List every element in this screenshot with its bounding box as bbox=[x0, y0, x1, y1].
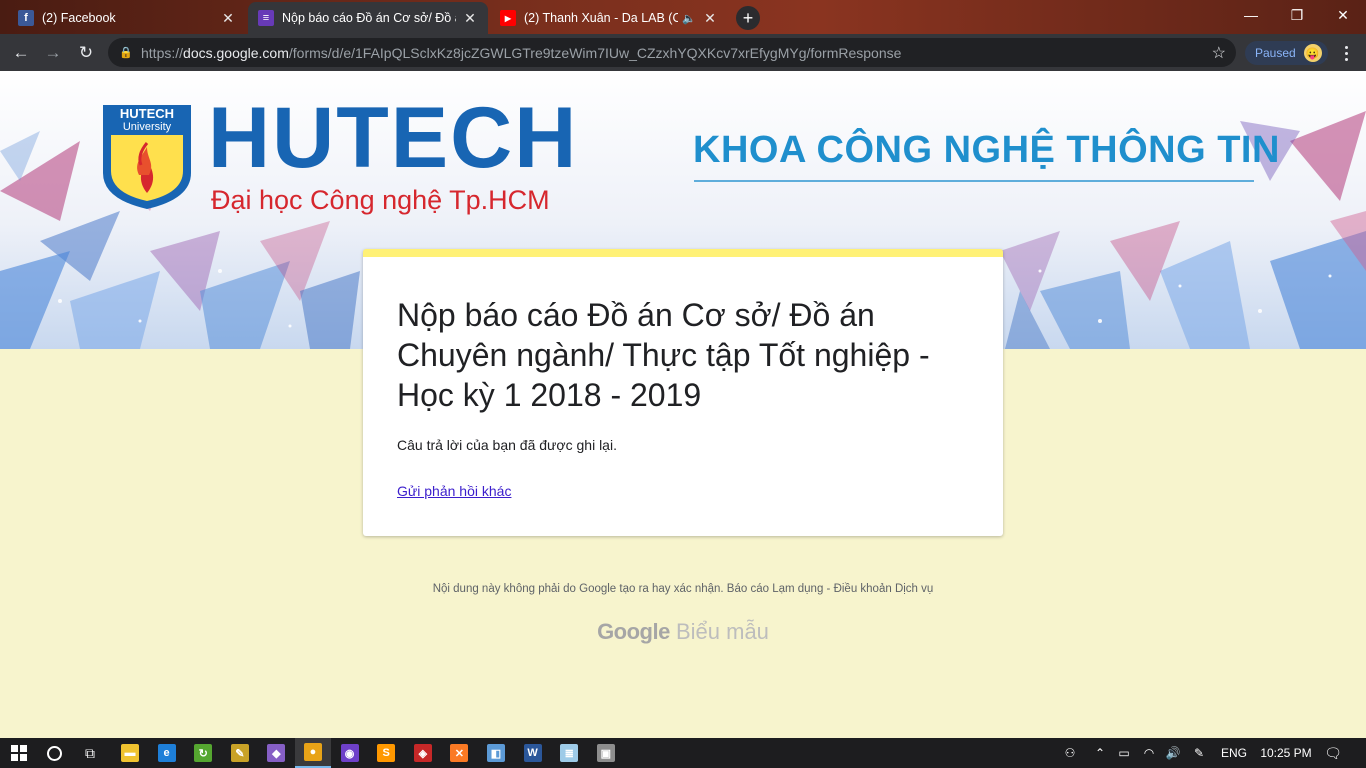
close-tab-icon[interactable]: ✕ bbox=[702, 10, 718, 26]
tab-facebook[interactable]: f (2) Facebook ✕ bbox=[8, 2, 246, 34]
search-button[interactable] bbox=[36, 738, 72, 768]
browser-toolbar: ← → ↻ 🔒 https://docs.google.com/forms/d/… bbox=[0, 34, 1366, 71]
close-tab-icon[interactable]: ✕ bbox=[462, 10, 478, 26]
profile-status: Paused bbox=[1255, 46, 1296, 60]
google-forms-icon: ≡ bbox=[258, 10, 274, 26]
chrome-menu-icon[interactable] bbox=[1336, 42, 1356, 64]
start-button[interactable] bbox=[0, 738, 38, 768]
taskbar-app-file-explorer[interactable]: ▬ bbox=[112, 738, 148, 768]
windows-icon bbox=[11, 745, 27, 761]
xampp-icon: ✕ bbox=[450, 744, 469, 762]
form-title: Nộp báo cáo Đồ án Cơ sở/ Đồ án Chuyên ng… bbox=[397, 297, 930, 413]
file-explorer-icon: ▬ bbox=[121, 744, 139, 762]
red-app-icon: ◈ bbox=[413, 744, 432, 762]
university-subtitle: Đại học Công nghệ Tp.HCM bbox=[211, 185, 550, 215]
taskbar-app-github-desktop[interactable]: ◉ bbox=[332, 738, 368, 768]
sublime-text-icon: S bbox=[377, 744, 396, 762]
notepad-icon: ≣ bbox=[560, 744, 579, 762]
word-icon: W bbox=[523, 744, 542, 762]
windows-taskbar: ⧉ ▬ e ↻ ✎ ◆ ● ◉ S ◈ ✕ ◧ W ≣ ▣ ⚇ ⌃ ▭ ◠ 🔊 ✎ ENG 10:25 P… bbox=[0, 738, 1366, 768]
taskbar-app-word[interactable]: W bbox=[515, 738, 551, 768]
youtube-icon: ▶ bbox=[500, 10, 516, 26]
action-center-icon[interactable]: 🗨 bbox=[1318, 738, 1348, 768]
tab-google-form[interactable]: ≡ Nộp báo cáo Đồ án Cơ sở/ Đồ án ✕ bbox=[248, 2, 488, 34]
taskbar-app-notepad[interactable]: ≣ bbox=[551, 738, 587, 768]
lock-icon[interactable]: 🔒 bbox=[119, 46, 133, 60]
taskbar-app-edge[interactable]: e bbox=[149, 738, 185, 768]
form-page: HUTECH University HUTECH Đại học Công ng… bbox=[0, 71, 1366, 738]
new-tab-button[interactable]: + bbox=[736, 6, 760, 30]
edge-icon: e bbox=[157, 744, 176, 762]
taskbar-app-visual-studio[interactable]: ◆ bbox=[258, 738, 294, 768]
clock[interactable]: 10:25 PM bbox=[1254, 738, 1318, 768]
show-hidden-icons-icon[interactable]: ⌃ bbox=[1090, 738, 1110, 768]
tab-title: Nộp báo cáo Đồ án Cơ sở/ Đồ án bbox=[282, 11, 456, 25]
taskbar-app-red-app[interactable]: ◈ bbox=[405, 738, 441, 768]
taskbar-app-xampp[interactable]: ✕ bbox=[441, 738, 477, 768]
visual-studio-icon: ◆ bbox=[267, 744, 286, 762]
google-forms-brand[interactable]: Google Biểu mẫu bbox=[0, 619, 1366, 645]
shield-label-bottom: University bbox=[122, 121, 172, 133]
url-text: https://docs.google.com/forms/d/e/1FAIpQ… bbox=[141, 44, 902, 61]
taskbar-app-cube-app[interactable]: ◧ bbox=[478, 738, 514, 768]
google-logo-text: Google bbox=[597, 619, 670, 644]
taskbar-app-tool[interactable]: ✎ bbox=[222, 738, 258, 768]
close-window-button[interactable]: ✕ bbox=[1320, 0, 1366, 30]
back-button[interactable]: ← bbox=[8, 40, 34, 66]
forms-product-text: Biểu mẫu bbox=[675, 619, 769, 644]
tab-title: (2) Facebook bbox=[42, 11, 116, 25]
input-language[interactable]: ENG bbox=[1214, 738, 1254, 768]
chrome-icon: ● bbox=[304, 743, 322, 761]
bookmark-star-icon[interactable]: ☆ bbox=[1212, 43, 1226, 63]
tab-title: (2) Thanh Xuân - Da LAB (Offi bbox=[524, 11, 679, 25]
facebook-icon: f bbox=[18, 10, 34, 26]
close-tab-icon[interactable]: ✕ bbox=[220, 10, 236, 26]
footer-disclaimer[interactable]: Nội dung này không phải do Google tạo ra… bbox=[0, 583, 1366, 595]
taskbar-app-sync-app[interactable]: ↻ bbox=[185, 738, 221, 768]
address-bar[interactable]: 🔒 https://docs.google.com/forms/d/e/1FAI… bbox=[108, 38, 1236, 67]
tool-icon: ✎ bbox=[230, 744, 249, 762]
submit-another-response-link[interactable]: Gửi phản hồi khác bbox=[397, 483, 511, 499]
people-icon[interactable]: ⚇ bbox=[1058, 738, 1082, 768]
pen-workspace-icon[interactable]: ✎ bbox=[1188, 738, 1210, 768]
url-path: /forms/d/e/1FAIpQLSclxKz8jcZGWLGTre9tzeW… bbox=[288, 44, 902, 61]
faculty-title: KHOA CÔNG NGHỆ THÔNG TIN bbox=[693, 129, 1280, 171]
minimize-button[interactable]: — bbox=[1228, 0, 1274, 30]
profile-button[interactable]: Paused 😛 bbox=[1245, 41, 1328, 65]
avatar: 😛 bbox=[1303, 44, 1322, 62]
tab-strip: f (2) Facebook ✕ ≡ Nộp báo cáo Đồ án Cơ … bbox=[0, 0, 1366, 34]
faculty-underline bbox=[694, 180, 1254, 182]
task-view-icon: ⧉ bbox=[85, 744, 95, 761]
taskbar-app-chrome[interactable]: ● bbox=[295, 738, 331, 768]
taskbar-app-photos[interactable]: ▣ bbox=[588, 738, 624, 768]
task-view-button[interactable]: ⧉ bbox=[72, 738, 108, 768]
cube-app-icon: ◧ bbox=[487, 744, 505, 762]
speaker-icon[interactable]: 🔈 bbox=[682, 12, 696, 25]
reload-button[interactable]: ↻ bbox=[73, 40, 99, 66]
github-desktop-icon: ◉ bbox=[340, 744, 359, 762]
shield-label-top: HUTECH bbox=[119, 106, 175, 121]
taskbar-app-sublime-text[interactable]: S bbox=[368, 738, 404, 768]
sync-app-icon: ↻ bbox=[194, 744, 213, 762]
forward-button[interactable]: → bbox=[40, 40, 66, 66]
response-card: Nộp báo cáo Đồ án Cơ sở/ Đồ án Chuyên ng… bbox=[363, 249, 1003, 536]
url-host: docs.google.com bbox=[183, 44, 289, 61]
volume-icon[interactable]: 🔊 bbox=[1162, 738, 1184, 768]
tab-youtube[interactable]: ▶ (2) Thanh Xuân - Da LAB (Offi 🔈 ✕ bbox=[490, 2, 728, 34]
photos-icon: ▣ bbox=[596, 744, 615, 762]
hutech-wordmark: HUTECH bbox=[208, 90, 579, 186]
cortana-icon bbox=[46, 745, 62, 761]
confirmation-message: Câu trả lời của bạn đã được ghi lại. bbox=[397, 437, 617, 453]
battery-icon[interactable]: ▭ bbox=[1114, 738, 1134, 768]
restore-button[interactable]: ❐ bbox=[1274, 0, 1320, 30]
wifi-icon[interactable]: ◠ bbox=[1138, 738, 1160, 768]
